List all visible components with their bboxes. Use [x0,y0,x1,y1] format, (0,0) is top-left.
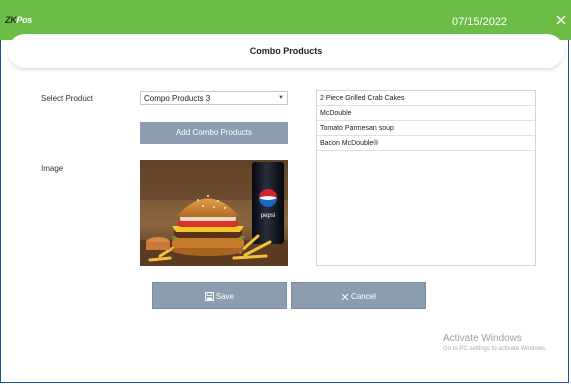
activate-windows-subtitle: Go to PC settings to activate Windows. [443,346,547,352]
cancel-button[interactable]: Cancel [291,282,426,309]
list-item[interactable]: Bacon McDouble® [317,136,535,151]
product-select[interactable]: Compo Products 3 ▼ [140,91,288,105]
logo-pos: Pos [16,15,33,25]
select-product-label: Select Product [41,94,94,103]
list-item[interactable]: 2 Piece Grilled Crab Cakes [317,91,535,106]
save-button[interactable]: Save [152,282,287,309]
image-label: Image [41,164,64,173]
close-icon[interactable] [555,14,567,26]
save-icon [204,292,214,302]
logo-zk: ZK [5,15,17,25]
add-combo-products-button[interactable]: Add Combo Products [140,122,288,144]
product-image: pepsi [140,160,288,266]
product-select-value: Compo Products 3 [144,94,211,103]
combo-items-list[interactable]: 2 Piece Grilled Crab Cakes McDouble Toma… [316,90,536,266]
close-icon [341,293,349,301]
page-header: Combo Products [8,34,564,68]
page-title: Combo Products [249,46,323,56]
cancel-label: Cancel [351,292,376,301]
burger-pepsi-photo: pepsi [140,160,288,266]
pepsi-label: pepsi [261,213,275,219]
list-item[interactable]: McDouble [317,106,535,121]
list-item[interactable]: Tomato Parmesan soup [317,121,535,136]
current-date: 07/15/2022 [452,16,508,28]
activate-windows-title: Activate Windows [443,333,522,344]
chevron-down-icon: ▼ [278,95,284,101]
save-label: Save [215,292,235,301]
app-logo: ZKPos [5,15,32,25]
